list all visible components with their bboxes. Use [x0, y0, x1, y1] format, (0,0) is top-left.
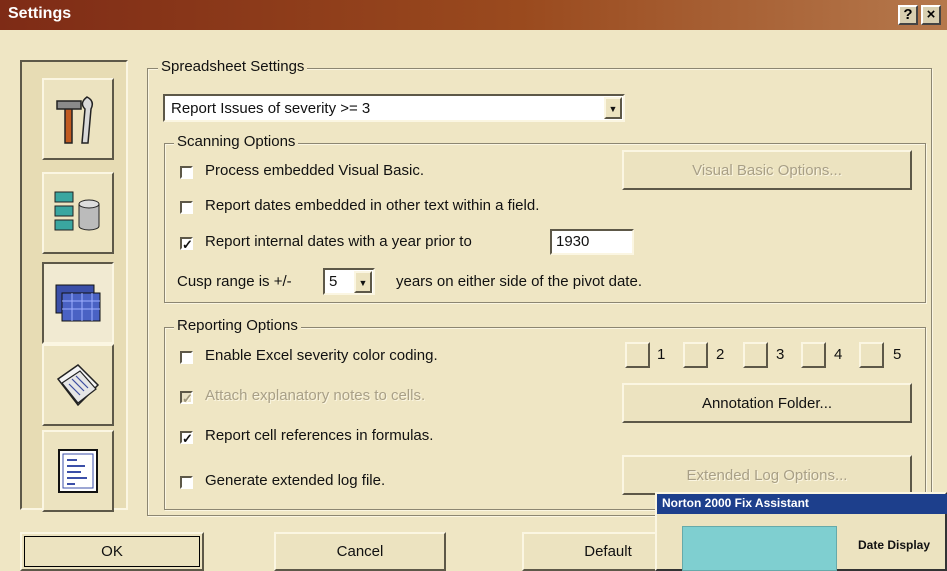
severity-select-value: Report Issues of severity >= 3 [171, 100, 371, 117]
database-icon [54, 191, 100, 231]
sidebar-button-database[interactable] [42, 172, 114, 254]
report-internal-checkbox[interactable]: ✓ [180, 237, 193, 251]
severity-color-swatch-2[interactable] [683, 342, 708, 368]
attach-notes-label: Attach explanatory notes to cells. [205, 387, 426, 404]
severity-color-swatch-1[interactable] [625, 342, 650, 368]
tools-icon [56, 96, 94, 144]
report-embedded-label: Report dates embedded in other text with… [205, 197, 540, 214]
documents-icon [56, 364, 100, 407]
sidebar-button-documents[interactable] [42, 344, 114, 426]
title-bar [0, 0, 947, 30]
window-title: Settings [8, 5, 72, 22]
report-internal-label: Report internal dates with a year prior … [205, 233, 472, 250]
date-display-label: Date Display [858, 538, 931, 552]
reporting-options-label: Reporting Options [174, 317, 301, 334]
severity-color-swatch-4[interactable] [801, 342, 826, 368]
extended-log-options-button[interactable]: Extended Log Options... [622, 455, 912, 495]
excel-color-label: Enable Excel severity color coding. [205, 347, 438, 364]
extended-log-checkbox[interactable] [180, 476, 193, 489]
cusp-suffix-label: years on either side of the pivot date. [396, 273, 642, 290]
sidebar-button-spreadsheet[interactable] [42, 262, 114, 344]
annotation-folder-button[interactable]: Annotation Folder... [622, 383, 912, 423]
cusp-range-select[interactable]: 5 ▼ [323, 268, 375, 295]
process-vb-checkbox[interactable] [180, 166, 193, 179]
severity-select[interactable]: Report Issues of severity >= 3 ▼ [163, 94, 625, 122]
process-vb-label: Process embedded Visual Basic. [205, 162, 425, 179]
fix-assistant-illustration [682, 526, 837, 571]
extended-log-label: Generate extended log file. [205, 472, 386, 489]
scanning-options-label: Scanning Options [174, 133, 299, 150]
severity-level-4: 4 [834, 346, 843, 363]
spreadsheet-icon [55, 284, 101, 322]
report-icon [58, 449, 98, 493]
year-input-value: 1930 [556, 233, 590, 250]
cusp-range-value: 5 [329, 273, 338, 290]
cancel-button[interactable]: Cancel [274, 532, 446, 571]
cell-refs-label: Report cell references in formulas. [205, 427, 434, 444]
close-button[interactable]: × [921, 5, 941, 25]
year-input[interactable]: 1930 [550, 229, 634, 255]
excel-color-checkbox[interactable] [180, 351, 193, 364]
report-embedded-checkbox[interactable] [180, 201, 193, 214]
cell-refs-checkbox[interactable]: ✓ [180, 431, 193, 445]
severity-color-swatch-5[interactable] [859, 342, 884, 368]
chevron-down-icon[interactable]: ▼ [354, 271, 372, 293]
cusp-prefix-label: Cusp range is +/- [177, 273, 292, 290]
fix-assistant-title: Norton 2000 Fix Assistant [662, 496, 809, 510]
help-button[interactable]: ? [898, 5, 918, 25]
severity-level-1: 1 [657, 346, 666, 363]
severity-level-2: 2 [716, 346, 725, 363]
sidebar-button-general[interactable] [42, 78, 114, 160]
severity-color-swatch-3[interactable] [743, 342, 768, 368]
ok-button[interactable]: OK [20, 532, 204, 571]
severity-level-5: 5 [893, 346, 902, 363]
chevron-down-icon[interactable]: ▼ [604, 97, 622, 119]
spreadsheet-settings-label: Spreadsheet Settings [158, 58, 308, 75]
severity-level-3: 3 [776, 346, 785, 363]
sidebar-button-report[interactable] [42, 430, 114, 512]
visual-basic-options-button[interactable]: Visual Basic Options... [622, 150, 912, 190]
attach-notes-checkbox[interactable]: ✓ [180, 391, 193, 405]
